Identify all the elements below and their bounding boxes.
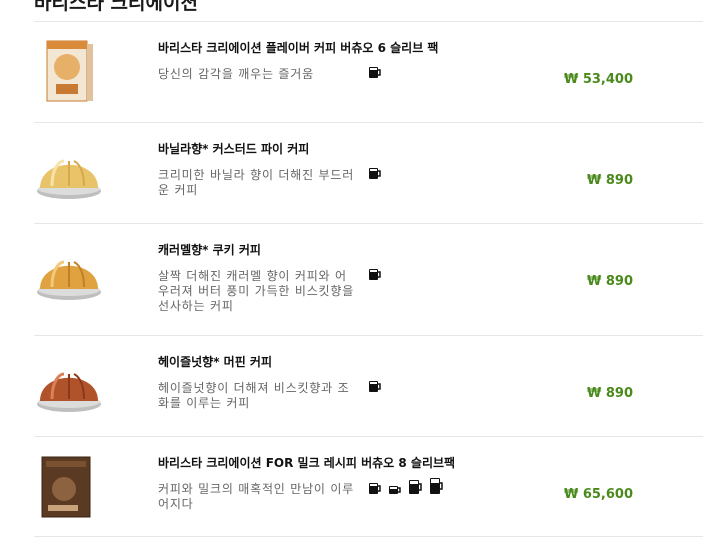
product-description: 커피와 밀크의 매혹적인 만남이 이루어지다 bbox=[158, 482, 355, 511]
milk-recipe-box-image[interactable] bbox=[34, 453, 104, 523]
product-price: ₩ 53,400 bbox=[563, 72, 633, 87]
cup-size-icons bbox=[368, 65, 382, 79]
product-name[interactable]: 바리스타 크리에이션 FOR 밀크 레시피 버츄오 8 슬리브팩 bbox=[158, 454, 455, 471]
cup-size-icons bbox=[368, 477, 444, 495]
product-description: 크리미한 바닐라 향이 더해진 부드러운 커피 bbox=[158, 168, 355, 197]
product-description: 당신의 감각을 깨우는 즐거움 bbox=[158, 67, 314, 81]
cup-size-icons bbox=[368, 379, 382, 393]
product-row[interactable]: 바리스타 크리에이션 플레이버 커피 버츄오 6 슬리브 팩 당신의 감각을 깨… bbox=[34, 21, 703, 122]
coffee-mug-icon bbox=[369, 381, 381, 392]
hazelnut-capsule-image[interactable] bbox=[34, 352, 104, 422]
coffee-mug-icon bbox=[369, 483, 381, 494]
coffee-mug-icon bbox=[369, 168, 381, 179]
product-name[interactable]: 헤이즐넛향* 머핀 커피 bbox=[158, 353, 272, 370]
product-name[interactable]: 바닐라향* 커스터드 파이 커피 bbox=[158, 140, 309, 157]
product-row[interactable]: 헤이즐넛향* 머핀 커피 헤이즐넛향이 더해져 비스킷향과 조화를 이루는 커피… bbox=[34, 335, 703, 436]
coffee-mug-icon bbox=[369, 269, 381, 280]
product-list: 바리스타 크리에이션 플레이버 커피 버츄오 6 슬리브 팩 당신의 감각을 깨… bbox=[34, 21, 703, 537]
product-row[interactable]: 캐러멜향* 쿠키 커피 살짝 더해진 캐러멜 향이 커피와 어우러져 버터 풍미… bbox=[34, 223, 703, 335]
vanilla-capsule-image[interactable] bbox=[34, 139, 104, 209]
product-price: ₩ 890 bbox=[586, 173, 633, 188]
product-row[interactable]: 바리스타 크리에이션 FOR 밀크 레시피 버츄오 8 슬리브팩 커피와 밀크의… bbox=[34, 436, 703, 537]
product-price: ₩ 890 bbox=[586, 386, 633, 401]
espresso-cup-icon bbox=[389, 486, 401, 494]
product-price: ₩ 890 bbox=[586, 274, 633, 289]
cup-size-icons bbox=[368, 267, 382, 281]
flavored-coffee-box-image[interactable] bbox=[34, 36, 104, 106]
caramel-capsule-image[interactable] bbox=[34, 240, 104, 310]
product-name[interactable]: 캐러멜향* 쿠키 커피 bbox=[158, 241, 261, 258]
cappuccino-glass-icon bbox=[430, 478, 443, 494]
latte-glass-icon bbox=[409, 480, 422, 494]
cup-size-icons bbox=[368, 166, 382, 180]
product-row[interactable]: 바닐라향* 커스터드 파이 커피 크리미한 바닐라 향이 더해진 부드러운 커피… bbox=[34, 122, 703, 223]
product-description: 헤이즐넛향이 더해져 비스킷향과 조화를 이루는 커피 bbox=[158, 381, 350, 410]
section-title: 바리스타 크리에이션 bbox=[34, 0, 198, 14]
coffee-mug-icon bbox=[369, 67, 381, 78]
product-name[interactable]: 바리스타 크리에이션 플레이버 커피 버츄오 6 슬리브 팩 bbox=[158, 39, 438, 56]
product-price: ₩ 65,600 bbox=[563, 487, 633, 502]
product-description: 살짝 더해진 캐러멜 향이 커피와 어우러져 버터 풍미 가득한 비스킷향을 선… bbox=[158, 269, 355, 313]
